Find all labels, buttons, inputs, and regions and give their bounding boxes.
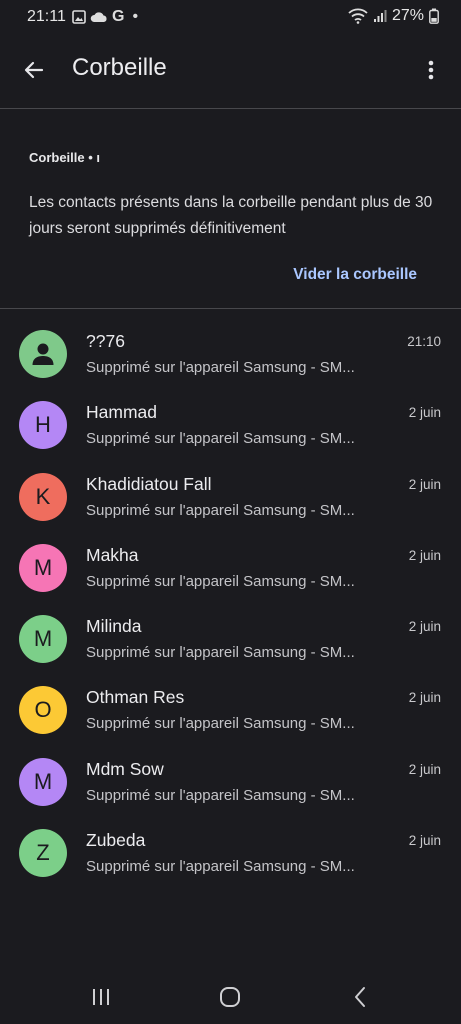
avatar: M bbox=[19, 543, 67, 592]
more-options-button[interactable] bbox=[419, 54, 443, 86]
contact-row[interactable]: ??76 Supprimé sur l'appareil Samsung - S… bbox=[0, 318, 461, 389]
section-divider bbox=[0, 308, 461, 309]
contact-row[interactable]: M Mdm Sow Supprimé sur l'appareil Samsun… bbox=[0, 746, 461, 817]
trash-description: Les contacts présents dans la corbeille … bbox=[29, 194, 433, 237]
contact-row[interactable]: M Milinda Supprimé sur l'appareil Samsun… bbox=[0, 603, 461, 674]
contact-name: Othman Res bbox=[86, 687, 185, 708]
contact-row[interactable]: M Makha Supprimé sur l'appareil Samsung … bbox=[0, 532, 461, 603]
contact-name: Makha bbox=[86, 544, 139, 565]
avatar: K bbox=[19, 472, 67, 521]
contact-name: Hammad bbox=[86, 402, 157, 423]
avatar: O bbox=[19, 686, 67, 735]
nav-back-icon bbox=[355, 987, 365, 1007]
back-button[interactable] bbox=[18, 54, 50, 86]
notification-icons: G • bbox=[72, 8, 138, 26]
contact-date: 2 juin bbox=[408, 761, 441, 777]
trash-account-label: Corbeille • ı bbox=[29, 150, 101, 165]
header-divider bbox=[0, 108, 461, 109]
contact-subtitle: Supprimé sur l'appareil Samsung - SM... bbox=[86, 786, 355, 804]
person-icon bbox=[32, 343, 54, 365]
contact-list: ??76 Supprimé sur l'appareil Samsung - S… bbox=[0, 318, 461, 888]
avatar bbox=[19, 330, 67, 378]
contact-name: ??76 bbox=[86, 331, 125, 351]
contact-subtitle: Supprimé sur l'appareil Samsung - SM... bbox=[86, 715, 355, 733]
contact-subtitle: Supprimé sur l'appareil Samsung - SM... bbox=[86, 359, 355, 376]
contact-date: 2 juin bbox=[408, 476, 441, 492]
contact-row[interactable]: Z Zubeda Supprimé sur l'appareil Samsung… bbox=[0, 817, 461, 888]
contact-subtitle: Supprimé sur l'appareil Samsung - SM... bbox=[86, 644, 355, 662]
recents-button[interactable] bbox=[86, 982, 116, 1012]
home-icon bbox=[220, 987, 240, 1007]
contact-name: Milinda bbox=[86, 616, 142, 637]
signal-icon bbox=[373, 10, 387, 22]
battery-percent: 27% bbox=[391, 7, 424, 24]
contact-row[interactable]: K Khadidiatou Fall Supprimé sur l'appare… bbox=[0, 461, 461, 532]
contact-date: 21:10 bbox=[407, 334, 441, 349]
contact-row[interactable]: H Hammad Supprimé sur l'appareil Samsung… bbox=[0, 389, 461, 460]
recents-icon bbox=[93, 989, 109, 1005]
cloud-icon bbox=[90, 12, 107, 22]
avatar: Z bbox=[19, 829, 67, 878]
contact-name: Zubeda bbox=[86, 830, 146, 851]
contact-row[interactable]: O Othman Res Supprimé sur l'appareil Sam… bbox=[0, 674, 461, 745]
nav-back-button[interactable] bbox=[345, 982, 375, 1012]
contact-date: 2 juin bbox=[408, 690, 441, 706]
gallery-icon bbox=[72, 10, 86, 24]
contact-date: 2 juin bbox=[408, 619, 441, 635]
contact-subtitle: Supprimé sur l'appareil Samsung - SM... bbox=[86, 858, 355, 876]
contact-date: 2 juin bbox=[408, 833, 441, 849]
avatar: M bbox=[19, 757, 67, 806]
home-button[interactable] bbox=[215, 982, 245, 1012]
contact-subtitle: Supprimé sur l'appareil Samsung - SM... bbox=[86, 430, 355, 448]
status-bar: 21:11 G • 27% bbox=[0, 0, 461, 34]
system-status: 27% bbox=[348, 7, 439, 25]
contact-name: Khadidiatou Fall bbox=[86, 473, 212, 494]
empty-trash-button[interactable]: Vider la corbeille bbox=[293, 266, 417, 284]
more-vert-icon bbox=[428, 60, 434, 80]
contact-date: 2 juin bbox=[408, 547, 441, 563]
avatar: M bbox=[19, 615, 67, 664]
dot-icon: • bbox=[132, 8, 139, 25]
contact-subtitle: Supprimé sur l'appareil Samsung - SM... bbox=[86, 572, 355, 590]
wifi-icon bbox=[348, 8, 368, 24]
battery-icon bbox=[429, 8, 439, 24]
contact-name: Mdm Sow bbox=[86, 758, 164, 779]
contact-subtitle: Supprimé sur l'appareil Samsung - SM... bbox=[86, 501, 355, 519]
contact-date: 2 juin bbox=[408, 405, 441, 421]
navigation-bar bbox=[0, 966, 461, 1024]
app-bar: Corbeille bbox=[0, 34, 461, 108]
arrow-back-icon bbox=[24, 61, 44, 79]
status-time: 21:11 bbox=[27, 8, 66, 25]
page-title: Corbeille bbox=[72, 54, 167, 81]
avatar: H bbox=[19, 401, 67, 450]
google-icon: G bbox=[112, 8, 125, 25]
